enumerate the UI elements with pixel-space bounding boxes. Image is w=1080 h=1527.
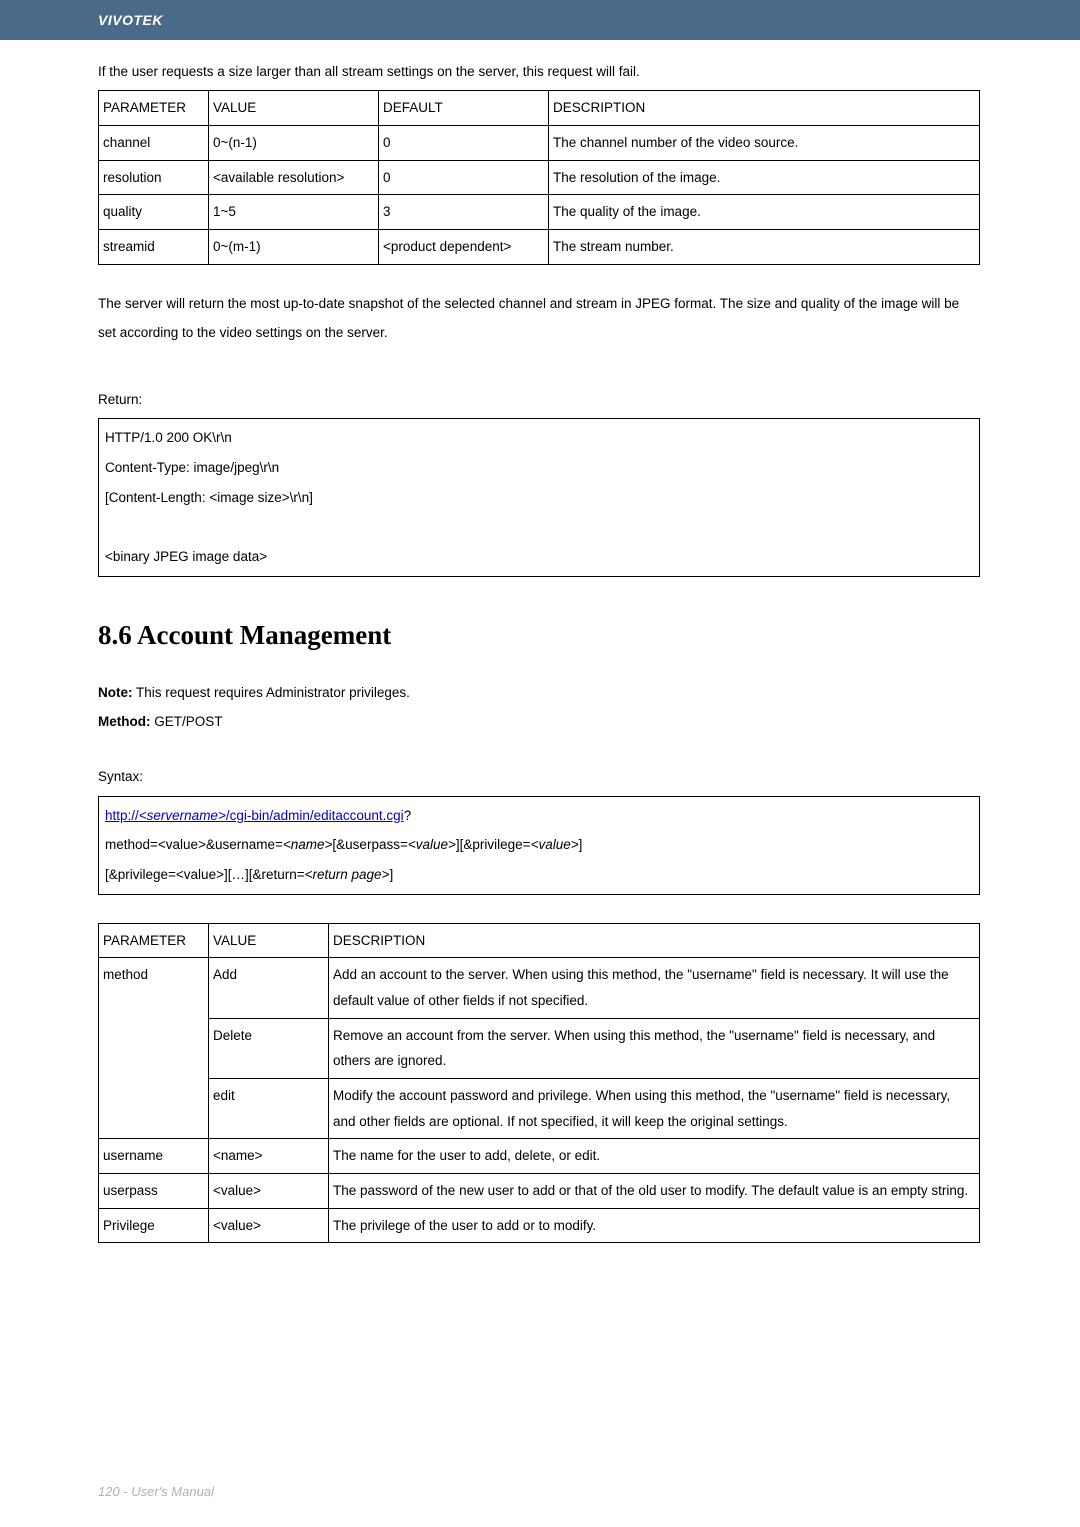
cell-desc: The resolution of the image. xyxy=(549,160,980,195)
col-parameter: PARAMETER xyxy=(99,923,209,958)
method-line: Method: GET/POST xyxy=(98,708,980,735)
cell-default: 0 xyxy=(379,125,549,160)
table-row: method Add Add an account to the server.… xyxy=(99,958,980,1018)
cell-value: 1~5 xyxy=(209,195,379,230)
cell-default: 3 xyxy=(379,195,549,230)
code-line xyxy=(105,512,973,542)
syntax-box: http://<servername>/cgi-bin/admin/editac… xyxy=(98,796,980,895)
table-row: channel 0~(n-1) 0 The channel number of … xyxy=(99,125,980,160)
cell-value: <value> xyxy=(209,1208,329,1243)
table-header-row: PARAMETER VALUE DEFAULT DESCRIPTION xyxy=(99,91,980,126)
col-description: DESCRIPTION xyxy=(549,91,980,126)
intro-paragraph: If the user requests a size larger than … xyxy=(98,58,980,86)
table-header-row: PARAMETER VALUE DESCRIPTION xyxy=(99,923,980,958)
parameters-table-1: PARAMETER VALUE DEFAULT DESCRIPTION chan… xyxy=(98,90,980,264)
cell-param: resolution xyxy=(99,160,209,195)
cell-desc: Remove an account from the server. When … xyxy=(329,1018,980,1078)
cell-value: <name> xyxy=(209,1139,329,1174)
section-heading: 8.6 Account Management xyxy=(98,607,980,664)
method-label: Method: xyxy=(98,714,150,729)
brand-label: VIVOTEK xyxy=(98,12,163,28)
cell-param: username xyxy=(99,1139,209,1174)
syntax-line-1: http://<servername>/cgi-bin/admin/editac… xyxy=(105,801,973,831)
cell-value: <value> xyxy=(209,1173,329,1208)
syntax-label: Syntax: xyxy=(98,763,980,791)
cell-desc: The name for the user to add, delete, or… xyxy=(329,1139,980,1174)
table-row: userpass <value> The password of the new… xyxy=(99,1173,980,1208)
cell-value: 0~(m-1) xyxy=(209,229,379,264)
cell-param: channel xyxy=(99,125,209,160)
table-row: username <name> The name for the user to… xyxy=(99,1139,980,1174)
page-content: If the user requests a size larger than … xyxy=(0,40,1080,1243)
cell-desc: Modify the account password and privileg… xyxy=(329,1079,980,1139)
page-header: VIVOTEK xyxy=(0,0,1080,40)
cell-default: <product dependent> xyxy=(379,229,549,264)
table-row: streamid 0~(m-1) <product dependent> The… xyxy=(99,229,980,264)
code-line: [Content-Length: <image size>\r\n] xyxy=(105,483,973,513)
code-line: HTTP/1.0 200 OK\r\n xyxy=(105,423,973,453)
cell-param: quality xyxy=(99,195,209,230)
cell-default: 0 xyxy=(379,160,549,195)
cell-value: edit xyxy=(209,1079,329,1139)
note-label: Note: xyxy=(98,685,133,700)
col-description: DESCRIPTION xyxy=(329,923,980,958)
table-row: resolution <available resolution> 0 The … xyxy=(99,160,980,195)
cell-desc: The stream number. xyxy=(549,229,980,264)
cell-param: Privilege xyxy=(99,1208,209,1243)
parameters-table-2: PARAMETER VALUE DESCRIPTION method Add A… xyxy=(98,923,980,1243)
cell-param: userpass xyxy=(99,1173,209,1208)
syntax-line-2: method=<value>&username=<name>[&userpass… xyxy=(105,830,973,860)
col-value: VALUE xyxy=(209,923,329,958)
col-parameter: PARAMETER xyxy=(99,91,209,126)
cell-value: 0~(n-1) xyxy=(209,125,379,160)
cell-value: Add xyxy=(209,958,329,1018)
code-line: <binary JPEG image data> xyxy=(105,542,973,572)
cell-param: streamid xyxy=(99,229,209,264)
cell-desc: The password of the new user to add or t… xyxy=(329,1173,980,1208)
cell-value: <available resolution> xyxy=(209,160,379,195)
return-code-box: HTTP/1.0 200 OK\r\n Content-Type: image/… xyxy=(98,418,980,576)
col-default: DEFAULT xyxy=(379,91,549,126)
cell-value: Delete xyxy=(209,1018,329,1078)
page-footer: 120 - User's Manual xyxy=(98,1484,214,1499)
table-row: quality 1~5 3 The quality of the image. xyxy=(99,195,980,230)
description-paragraph: The server will return the most up-to-da… xyxy=(98,289,980,348)
return-label: Return: xyxy=(98,386,980,414)
cell-desc: The quality of the image. xyxy=(549,195,980,230)
table-row: edit Modify the account password and pri… xyxy=(99,1079,980,1139)
cell-param: method xyxy=(99,958,209,1139)
cell-desc: The channel number of the video source. xyxy=(549,125,980,160)
note-text: This request requires Administrator priv… xyxy=(133,685,410,700)
method-text: GET/POST xyxy=(150,714,222,729)
col-value: VALUE xyxy=(209,91,379,126)
syntax-line-3: [&privilege=<value>][…][&return=<return … xyxy=(105,860,973,890)
code-line: Content-Type: image/jpeg\r\n xyxy=(105,453,973,483)
cell-desc: The privilege of the user to add or to m… xyxy=(329,1208,980,1243)
syntax-url-link[interactable]: http://<servername>/cgi-bin/admin/editac… xyxy=(105,808,404,823)
table-row: Delete Remove an account from the server… xyxy=(99,1018,980,1078)
table-row: Privilege <value> The privilege of the u… xyxy=(99,1208,980,1243)
cell-desc: Add an account to the server. When using… xyxy=(329,958,980,1018)
note-line: Note: This request requires Administrato… xyxy=(98,679,980,706)
